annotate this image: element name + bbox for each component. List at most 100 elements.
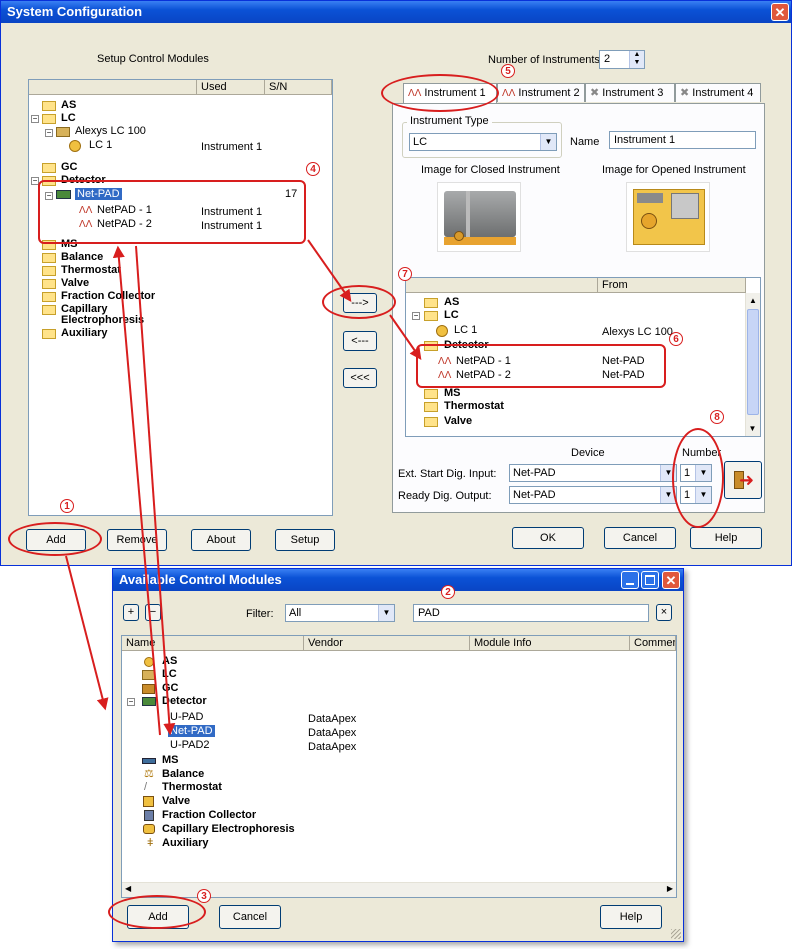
maximize-button[interactable] (641, 571, 659, 589)
help-button[interactable]: Help (600, 905, 662, 929)
move-all-left-button[interactable]: <<< (343, 368, 377, 388)
annotation-box-instrument-netpad (416, 344, 666, 388)
ext-start-device-select[interactable]: Net-PAD ▼ (509, 464, 677, 482)
acm-item-net-pad[interactable]: Net-PAD (168, 725, 215, 738)
tree-item-alexys-lc-100[interactable]: Alexys LC 100 (75, 125, 146, 138)
device-label: Device (571, 447, 605, 459)
tree-item-valve[interactable]: Valve (61, 277, 89, 290)
tree-item-lc-1[interactable]: LC 1 (89, 139, 112, 152)
acm-item-valve[interactable]: Valve (162, 795, 190, 808)
collapse-icon[interactable]: − (45, 129, 53, 137)
setup-button[interactable]: Setup (275, 529, 335, 551)
lc-module-icon (142, 670, 155, 680)
remove-button[interactable]: Remove (107, 529, 167, 551)
tab-instrument-4[interactable]: ✖ Instrument 4 (675, 83, 761, 102)
pump-icon (69, 140, 81, 152)
available-modules-tree[interactable]: Name Vendor Module Info Commer AS LC GC … (121, 635, 677, 898)
column-header-comment[interactable]: Commer (630, 636, 676, 651)
resize-grip-icon[interactable] (671, 929, 681, 939)
tree-item-fraction-collector[interactable]: Fraction Collector (61, 290, 155, 303)
scroll-left-icon[interactable]: ◀ (125, 884, 131, 893)
annotation-ellipse-tab (381, 74, 499, 112)
itree-item-lc-1[interactable]: LC 1 (454, 324, 477, 337)
tree-item-electrophoresis[interactable]: Electrophoresis (61, 314, 144, 327)
spinner-arrows-icon[interactable]: ▲ ▼ (629, 51, 644, 68)
name-input[interactable]: Instrument 1 (609, 131, 756, 149)
collapse-all-button[interactable]: − (145, 604, 161, 621)
image-closed-label: Image for Closed Instrument (421, 164, 560, 176)
collapse-icon[interactable]: − (127, 698, 135, 706)
search-input[interactable]: PAD (413, 604, 649, 622)
annotation-ellipse-add (8, 522, 102, 556)
filter-select[interactable]: All ▼ (285, 604, 395, 622)
itree-item-lc[interactable]: LC (444, 309, 459, 322)
itree-item-valve[interactable]: Valve (444, 415, 472, 428)
folder-icon (42, 292, 56, 302)
number-of-instruments-spinner[interactable]: 2 ▲ ▼ (599, 50, 645, 69)
instrument-type-select[interactable]: LC ▼ (409, 133, 557, 151)
tree-item-lc[interactable]: LC (61, 112, 76, 125)
cancel-button[interactable]: Cancel (219, 905, 281, 929)
filter-label: Filter: (246, 608, 274, 620)
acm-item-as[interactable]: AS (162, 655, 177, 668)
ok-button[interactable]: OK (512, 527, 584, 549)
column-header-used[interactable]: Used (197, 80, 265, 95)
close-button[interactable]: ✕ (771, 3, 789, 21)
about-button[interactable]: About (191, 529, 251, 551)
tree-item-as[interactable]: AS (61, 99, 76, 112)
acm-item-detector[interactable]: Detector (162, 695, 207, 708)
move-left-button[interactable]: <--- (343, 331, 377, 351)
acm-item-capillary-electrophoresis[interactable]: Capillary Electrophoresis (162, 823, 295, 836)
minimize-icon (626, 583, 634, 585)
callout-7: 7 (398, 267, 412, 281)
acm-item-u-pad2[interactable]: U-PAD2 (170, 739, 210, 752)
help-button[interactable]: Help (690, 527, 762, 549)
clear-search-button[interactable]: × (656, 604, 672, 621)
acm-item-lc[interactable]: LC (162, 668, 177, 681)
column-header-module-info[interactable]: Module Info (470, 636, 630, 651)
vertical-scrollbar[interactable]: ▲ ▼ (745, 293, 760, 436)
apply-signals-button[interactable]: ➜ (724, 461, 762, 499)
acm-item-balance[interactable]: Balance (162, 768, 204, 781)
column-header-sn[interactable]: S/N (265, 80, 332, 95)
acm-item-fraction-collector[interactable]: Fraction Collector (162, 809, 256, 822)
closed-instrument-image[interactable] (437, 182, 521, 252)
itree-item-ms[interactable]: MS (444, 387, 461, 400)
column-header-name[interactable] (406, 278, 598, 293)
tree-item-auxiliary[interactable]: Auxiliary (61, 327, 107, 340)
tab-instrument-3[interactable]: ✖ Instrument 3 (585, 83, 675, 102)
tree-item-thermostat[interactable]: Thermostat (61, 264, 121, 277)
acm-item-u-pad[interactable]: U-PAD (170, 711, 203, 724)
scroll-thumb[interactable] (747, 309, 759, 415)
opened-instrument-image[interactable] (626, 182, 710, 252)
cancel-button[interactable]: Cancel (604, 527, 676, 549)
ready-device-select[interactable]: Net-PAD ▼ (509, 486, 677, 504)
close-icon: ✕ (665, 573, 677, 588)
acm-net-pad-vendor: DataApex (308, 727, 357, 739)
scroll-up-icon[interactable]: ▲ (746, 293, 760, 308)
collapse-icon[interactable]: − (31, 115, 39, 123)
name-label: Name (570, 136, 600, 148)
itree-item-thermostat[interactable]: Thermostat (444, 400, 504, 413)
tree-item-gc[interactable]: GC (61, 161, 78, 174)
acm-item-auxiliary[interactable]: Auxiliary (162, 837, 208, 850)
acm-item-ms[interactable]: MS (162, 754, 179, 767)
acm-item-thermostat[interactable]: Thermostat (162, 781, 222, 794)
tree-item-balance[interactable]: Balance (61, 251, 103, 264)
expand-all-button[interactable]: + (123, 604, 139, 621)
column-header-name[interactable] (29, 80, 197, 95)
pump-icon (436, 325, 448, 337)
minimize-button[interactable] (621, 571, 639, 589)
column-header-from[interactable]: From (598, 278, 746, 293)
scroll-down-icon[interactable]: ▼ (746, 421, 759, 436)
column-header-vendor[interactable]: Vendor (304, 636, 470, 651)
scroll-right-icon[interactable]: ▶ (667, 884, 673, 893)
callout-4: 4 (306, 162, 320, 176)
control-modules-tree[interactable]: Used S/N AS − LC − Alexys LC 100 LC 1 In… (28, 79, 333, 516)
tab-instrument-2[interactable]: ΛΛ Instrument 2 (497, 83, 585, 102)
itree-item-as[interactable]: AS (444, 296, 459, 309)
collapse-icon[interactable]: − (412, 312, 420, 320)
close-button[interactable]: ✕ (662, 571, 680, 589)
column-header-name[interactable]: Name (122, 636, 304, 651)
acm-item-gc[interactable]: GC (162, 682, 179, 695)
